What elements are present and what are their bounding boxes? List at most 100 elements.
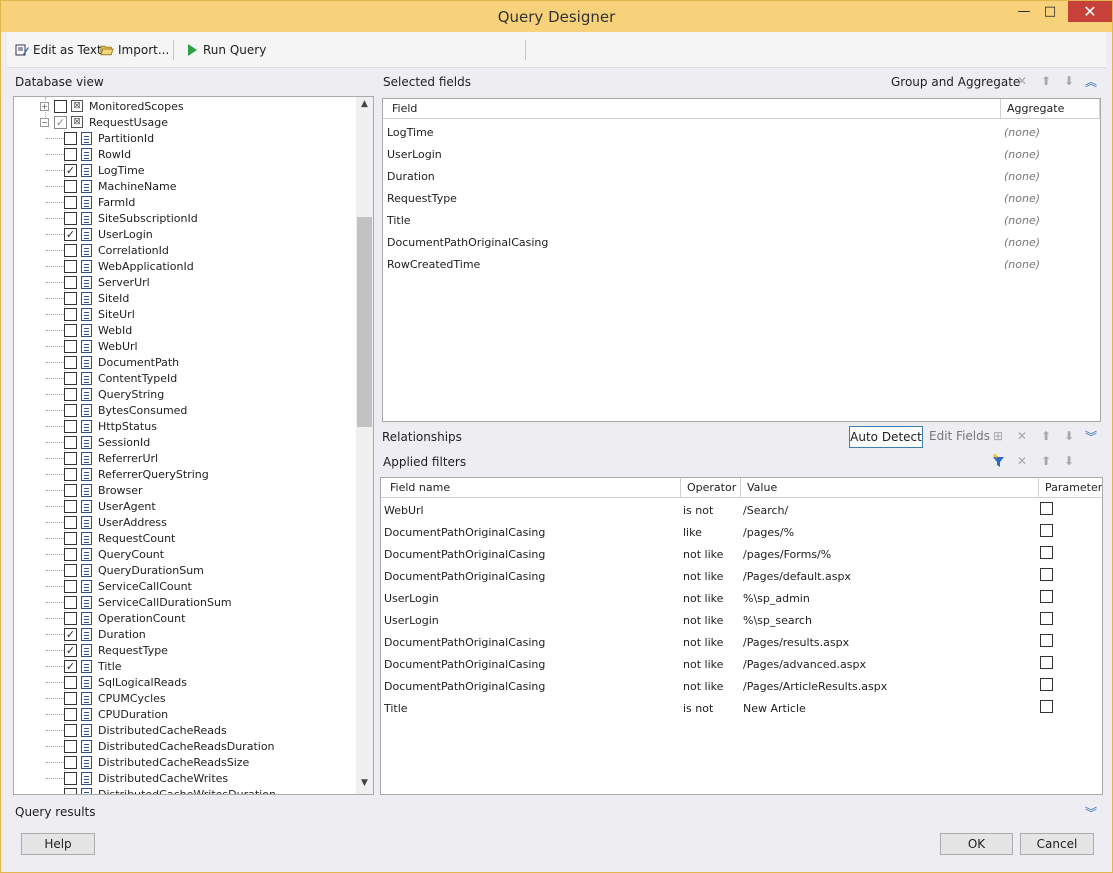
field-checkbox[interactable]: ✓ xyxy=(64,227,77,241)
table-checkbox[interactable] xyxy=(54,99,67,113)
field-checkbox[interactable] xyxy=(64,195,77,209)
selected-fields-grid[interactable]: Field Aggregate LogTime (none) UserLogin (n… xyxy=(382,98,1101,422)
tree-field-item[interactable]: QueryString xyxy=(46,386,164,402)
filter-field-name[interactable]: DocumentPathOriginalCasing xyxy=(384,526,545,539)
filter-field-name[interactable]: UserLogin xyxy=(384,614,439,627)
group-and-aggregate-toggle[interactable]: Group and Aggregate xyxy=(891,75,1020,89)
tree-field-item[interactable]: ReferrerUrl xyxy=(46,450,158,466)
field-checkbox[interactable]: ✓ xyxy=(64,163,77,177)
filter-operator[interactable]: not like xyxy=(683,592,723,605)
filter-field-name[interactable]: DocumentPathOriginalCasing xyxy=(384,548,545,561)
field-checkbox[interactable]: ✓ xyxy=(64,627,77,641)
filter-parameter-checkbox[interactable] xyxy=(1040,700,1053,713)
minimize-button[interactable]: — xyxy=(1011,1,1037,22)
tree-field-item[interactable]: ✓ Duration xyxy=(46,626,146,642)
tree-field-item[interactable]: WebId xyxy=(46,322,132,338)
scroll-up-arrow-icon[interactable]: ▲ xyxy=(356,99,373,113)
field-checkbox[interactable]: ✓ xyxy=(64,643,77,657)
move-up-icon[interactable]: ⬆ xyxy=(1039,429,1053,443)
filter-value[interactable]: %\sp_search xyxy=(743,614,812,627)
auto-detect-button[interactable]: Auto Detect xyxy=(849,426,923,448)
tree-field-item[interactable]: SiteUrl xyxy=(46,306,135,322)
collapse-chevron-up-icon[interactable]: ︽ xyxy=(1084,73,1098,90)
parameter-column-header[interactable]: Parameter xyxy=(1045,481,1102,494)
selected-field-aggregate[interactable]: (none) xyxy=(1004,236,1040,249)
tree-field-item[interactable]: DistributedCacheWrites xyxy=(46,770,228,786)
tree-field-item[interactable]: CPUDuration xyxy=(46,706,168,722)
field-checkbox[interactable] xyxy=(64,579,77,593)
field-checkbox[interactable] xyxy=(64,755,77,769)
scroll-thumb[interactable] xyxy=(357,217,372,427)
filter-operator[interactable]: is not xyxy=(683,702,713,715)
tree-scrollbar[interactable]: ▲ ▼ xyxy=(356,97,373,794)
field-checkbox[interactable] xyxy=(64,259,77,273)
filter-field-name[interactable]: DocumentPathOriginalCasing xyxy=(384,680,545,693)
field-checkbox[interactable] xyxy=(64,675,77,689)
field-checkbox[interactable] xyxy=(64,419,77,433)
selected-field-name[interactable]: Duration xyxy=(387,170,435,183)
field-checkbox[interactable] xyxy=(64,595,77,609)
tree-field-item[interactable]: ServiceCallCount xyxy=(46,578,192,594)
field-checkbox[interactable] xyxy=(64,339,77,353)
delete-icon[interactable]: ✕ xyxy=(1015,429,1029,443)
move-up-icon[interactable]: ⬆ xyxy=(1039,454,1053,468)
filter-parameter-checkbox[interactable] xyxy=(1040,656,1053,669)
field-column-header[interactable]: Field xyxy=(392,102,417,115)
field-checkbox[interactable] xyxy=(64,387,77,401)
selected-field-aggregate[interactable]: (none) xyxy=(1004,148,1040,161)
query-results-bar[interactable]: Query results ︾ xyxy=(7,800,1106,824)
selected-field-aggregate[interactable]: (none) xyxy=(1004,258,1040,271)
tree-field-item[interactable]: RequestCount xyxy=(46,530,175,546)
tree-field-item[interactable]: DistributedCacheReadsDuration xyxy=(46,738,275,754)
aggregate-column-header[interactable]: Aggregate xyxy=(1007,102,1064,115)
selected-field-aggregate[interactable]: (none) xyxy=(1004,214,1040,227)
expand-plus-icon[interactable]: + xyxy=(40,101,49,111)
tree-field-item[interactable]: PartitionId xyxy=(46,130,154,146)
field-checkbox[interactable] xyxy=(64,515,77,529)
filter-field-name[interactable]: Title xyxy=(384,702,408,715)
field-checkbox[interactable] xyxy=(64,787,77,794)
table-checkbox-partial[interactable]: ✓ xyxy=(54,115,67,129)
filter-parameter-checkbox[interactable] xyxy=(1040,612,1053,625)
field-checkbox[interactable] xyxy=(64,691,77,705)
field-checkbox[interactable] xyxy=(64,771,77,785)
field-checkbox[interactable] xyxy=(64,611,77,625)
filter-parameter-checkbox[interactable] xyxy=(1040,678,1053,691)
tree-field-item[interactable]: DistributedCacheWritesDuration xyxy=(46,786,276,794)
filter-value[interactable]: %\sp_admin xyxy=(743,592,810,605)
filter-parameter-checkbox[interactable] xyxy=(1040,546,1053,559)
filter-parameter-checkbox[interactable] xyxy=(1040,502,1053,515)
filter-parameter-checkbox[interactable] xyxy=(1040,568,1053,581)
filter-parameter-checkbox[interactable] xyxy=(1040,524,1053,537)
field-checkbox[interactable] xyxy=(64,739,77,753)
field-checkbox[interactable] xyxy=(64,707,77,721)
filter-operator[interactable]: not like xyxy=(683,614,723,627)
selected-field-name[interactable]: LogTime xyxy=(387,126,434,139)
tree-field-item[interactable]: BytesConsumed xyxy=(46,402,187,418)
filter-value[interactable]: /pages/Forms/% xyxy=(743,548,831,561)
field-checkbox[interactable] xyxy=(64,371,77,385)
field-checkbox[interactable] xyxy=(64,499,77,513)
filter-operator[interactable]: not like xyxy=(683,570,723,583)
tree-field-item[interactable]: SiteSubscriptionId xyxy=(46,210,198,226)
tree-field-item[interactable]: SqlLogicalReads xyxy=(46,674,187,690)
field-checkbox[interactable] xyxy=(64,723,77,737)
field-checkbox[interactable] xyxy=(64,435,77,449)
field-checkbox[interactable] xyxy=(64,291,77,305)
help-button[interactable]: Help xyxy=(21,833,95,855)
tree-field-item[interactable]: QueryCount xyxy=(46,546,164,562)
expand-chevron-down-icon[interactable]: ︾ xyxy=(1084,428,1098,445)
add-filter-icon[interactable] xyxy=(991,453,1005,471)
delete-icon[interactable]: ✕ xyxy=(1015,454,1029,468)
filter-operator[interactable]: not like xyxy=(683,658,723,671)
tree-field-item[interactable]: FarmId xyxy=(46,194,135,210)
field-checkbox[interactable] xyxy=(64,211,77,225)
ok-button[interactable]: OK xyxy=(940,833,1013,855)
tree-field-item[interactable]: QueryDurationSum xyxy=(46,562,204,578)
field-checkbox[interactable]: ✓ xyxy=(64,659,77,673)
operator-column-header[interactable]: Operator xyxy=(687,481,736,494)
field-checkbox[interactable] xyxy=(64,243,77,257)
filter-field-name[interactable]: UserLogin xyxy=(384,592,439,605)
tree-table-monitoredscopes[interactable]: + ⊠ MonitoredScopes xyxy=(40,98,184,114)
add-relationship-icon[interactable]: ⊞ xyxy=(991,429,1005,443)
